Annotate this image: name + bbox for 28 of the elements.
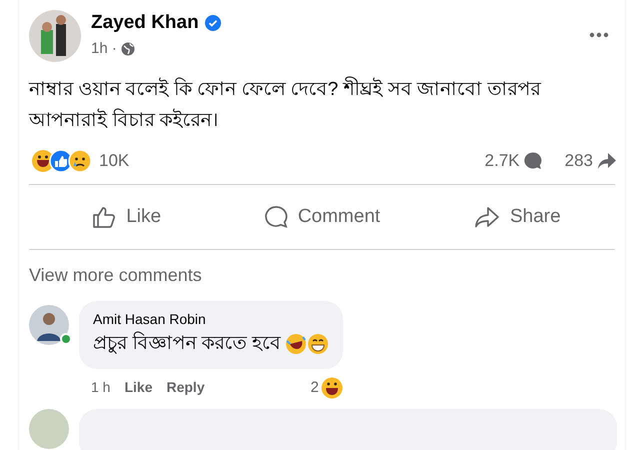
more-options-icon[interactable] <box>589 32 609 38</box>
post-text: নাম্বার ওয়ান বলেই কি ফোন ফেলে দেবে? শীঘ্রই সব জানাবো তারপর আপনারাই বিচার কইরেন। <box>19 74 625 136</box>
reaction-icons[interactable] <box>31 149 93 173</box>
haha-reaction-icon <box>320 376 343 399</box>
like-button[interactable]: Like <box>29 195 224 239</box>
comment-text: প্রচুর বিজ্ঞাপন করতে হবে <box>93 330 281 356</box>
share-arrow-icon <box>597 152 617 170</box>
comment-bubble-icon <box>522 151 543 171</box>
share-icon <box>474 206 500 228</box>
laughing-emoji-icon <box>284 333 329 356</box>
globe-icon <box>120 42 135 56</box>
comment-button[interactable]: Comment <box>224 195 420 239</box>
share-count[interactable]: 283 <box>564 148 593 174</box>
comment-reaction-count[interactable]: 2 <box>310 376 319 399</box>
comment-time: 1 h <box>91 378 110 398</box>
author-name[interactable]: Zayed Khan <box>91 10 199 36</box>
commenter-avatar[interactable] <box>29 305 69 345</box>
comment-reply-button[interactable]: Reply <box>166 377 205 398</box>
thumbs-up-icon <box>92 205 116 229</box>
profile-photo[interactable] <box>29 10 81 62</box>
comment-icon <box>264 205 288 229</box>
reaction-count[interactable]: 10K <box>99 148 130 174</box>
comment-count[interactable]: 2.7K <box>484 148 520 174</box>
comment-like-button[interactable]: Like <box>124 377 152 398</box>
view-more-comments-link[interactable]: View more comments <box>19 262 625 289</box>
share-button[interactable]: Share <box>420 195 615 239</box>
post-time[interactable]: 1h · <box>91 38 117 60</box>
commenter-name[interactable]: Amit Hasan Robin <box>93 309 329 330</box>
